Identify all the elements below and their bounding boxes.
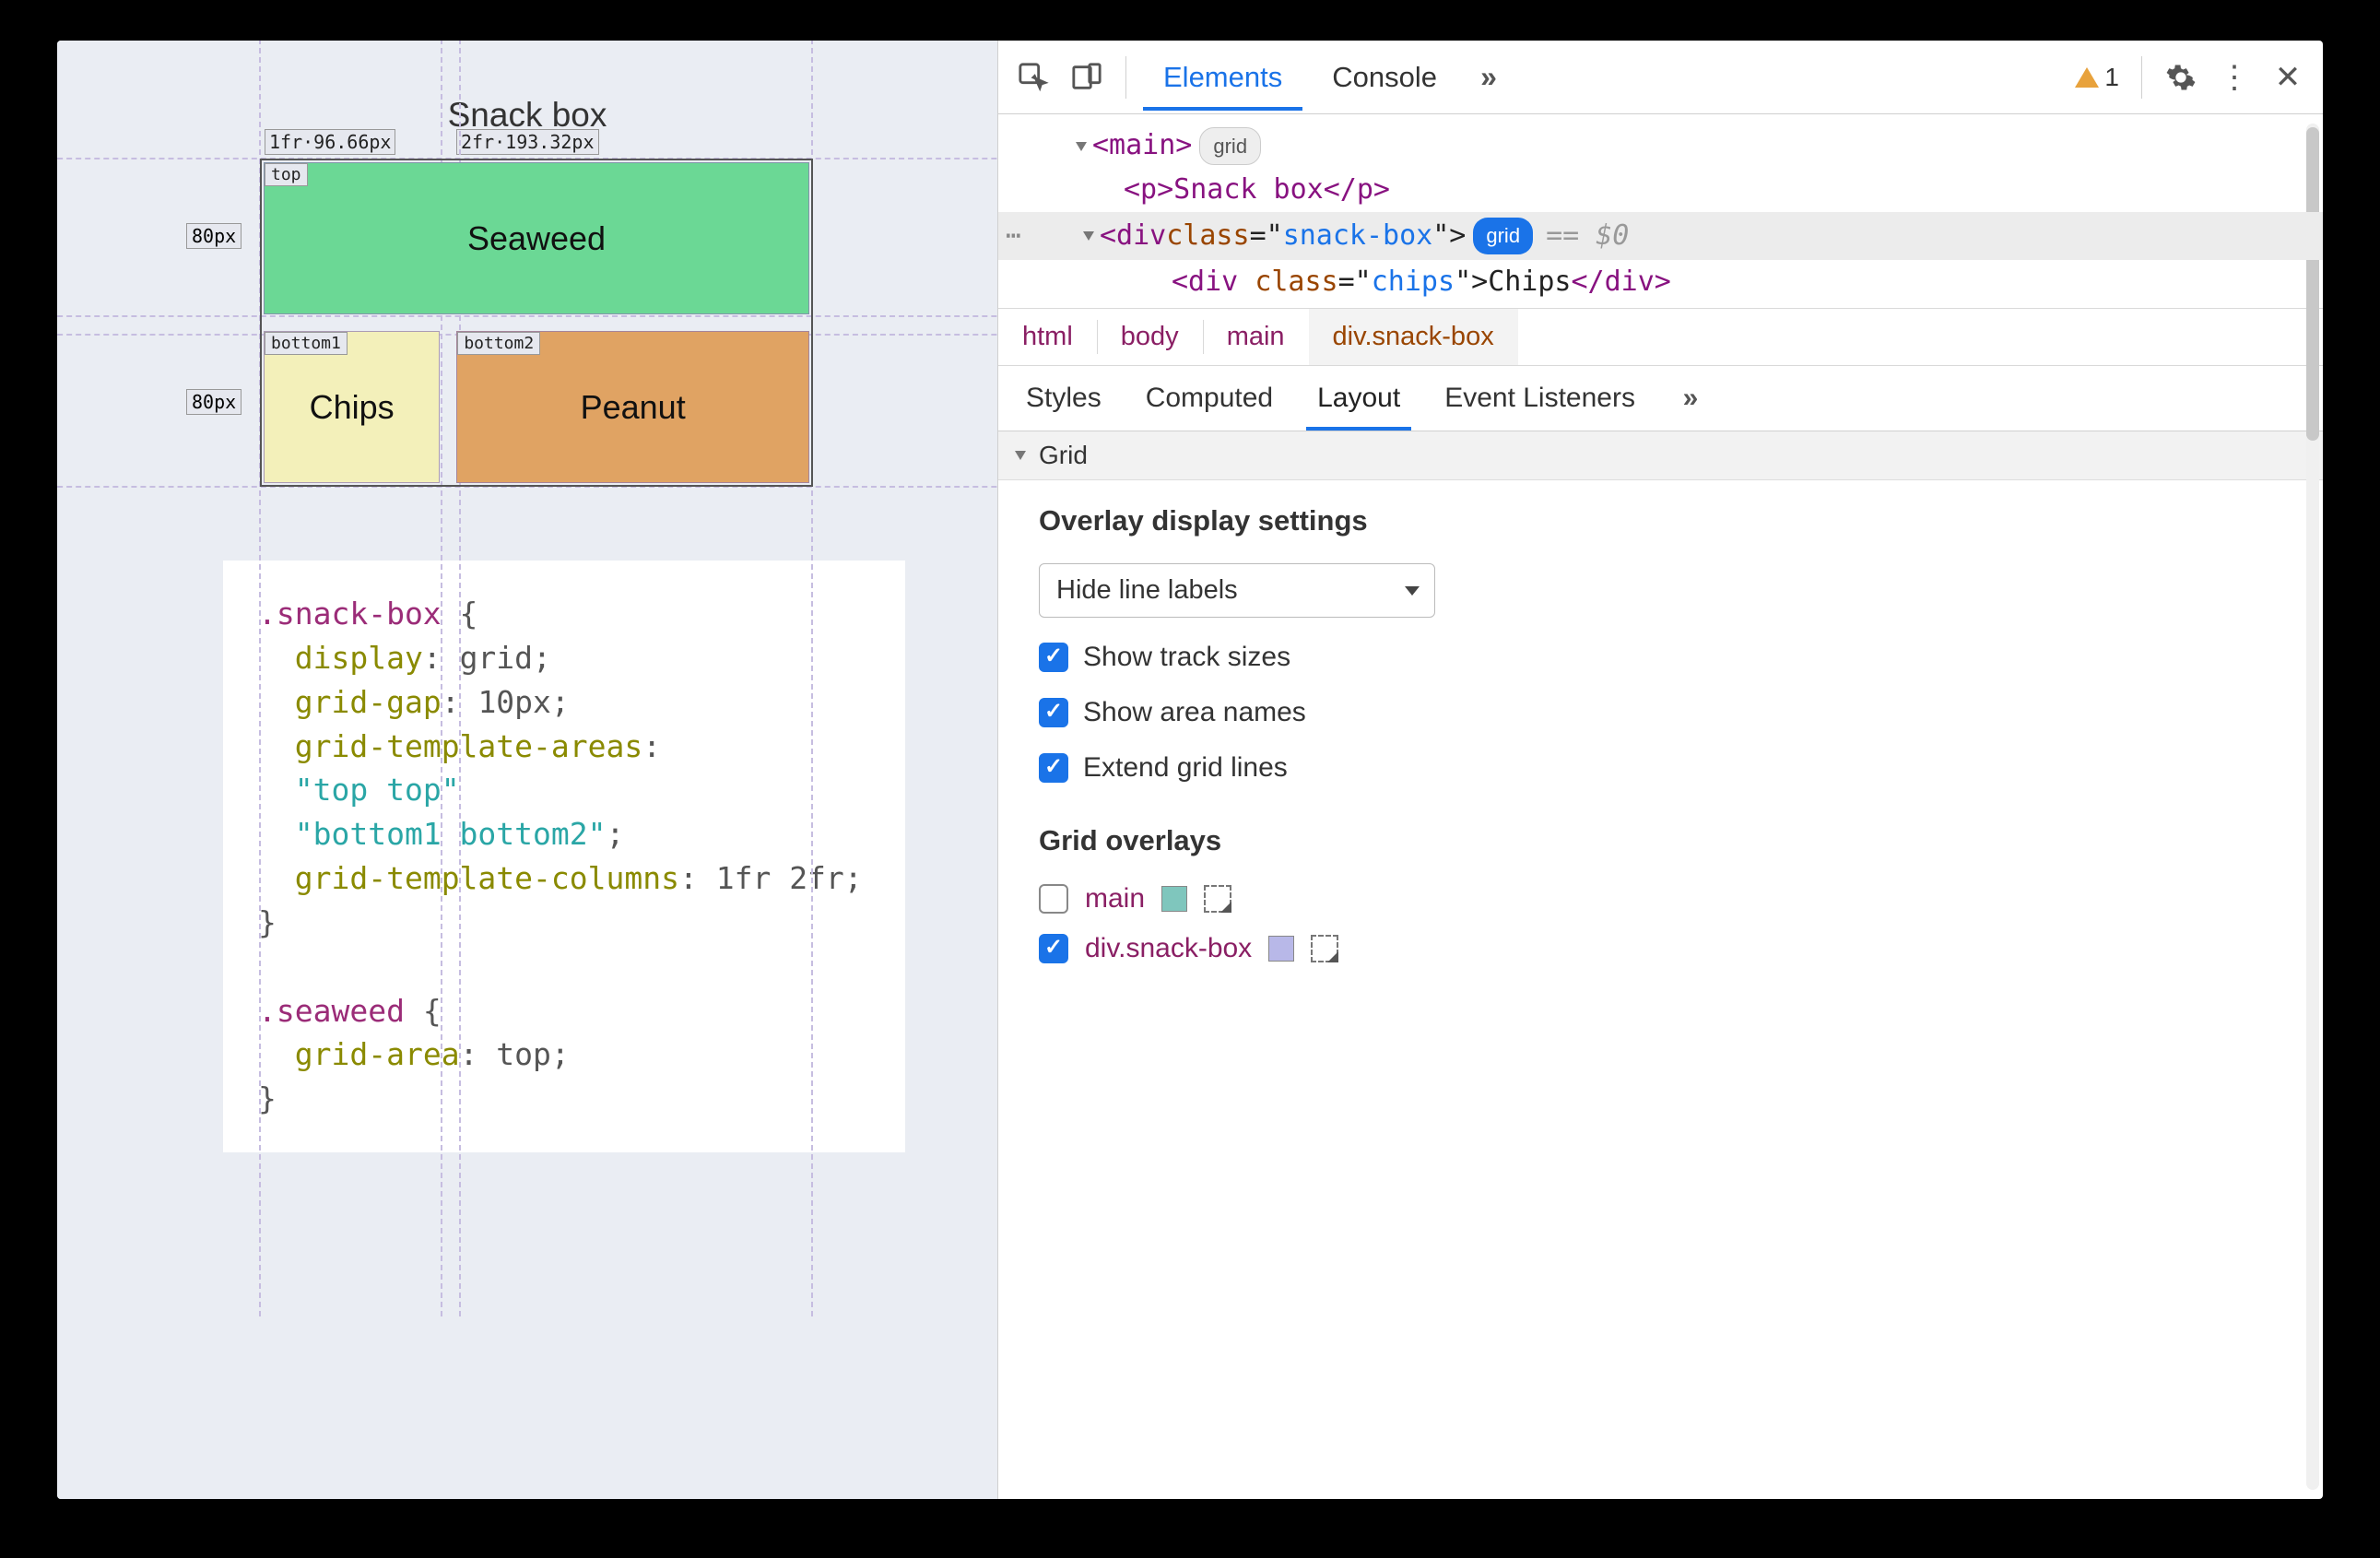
inspect-element-icon[interactable]: [1011, 55, 1055, 100]
row-size-label-1: 80px: [186, 223, 242, 249]
grid-pill[interactable]: grid: [1199, 127, 1261, 165]
tab-layout[interactable]: Layout: [1306, 366, 1411, 431]
overlay-name-snack-box[interactable]: div.snack-box: [1085, 933, 1252, 964]
code-selector: .seaweed: [258, 993, 405, 1029]
breadcrumb-snack-box[interactable]: div.snack-box: [1309, 309, 1518, 365]
area-name-tag-top: top: [265, 163, 308, 186]
more-tabs-icon[interactable]: »: [1467, 55, 1511, 100]
checkbox-show-area-names[interactable]: [1039, 698, 1068, 727]
grid-overlays-heading: Grid overlays: [1039, 824, 2282, 857]
dom-node-snack-box-selected[interactable]: ⋯ <div class="snack-box"> grid == $0: [998, 212, 2323, 260]
checkbox-extend-grid-lines[interactable]: [1039, 753, 1068, 783]
overlay-name-main[interactable]: main: [1085, 883, 1145, 915]
dom-tree[interactable]: <main>grid <p>Snack box</p> ⋯ <div class…: [998, 114, 2323, 308]
grid-cell-chips: bottom1 Chips: [264, 331, 440, 483]
breadcrumb-main[interactable]: main: [1203, 309, 1309, 365]
row-size-label-2: 80px: [186, 389, 242, 415]
warnings-badge[interactable]: 1: [2069, 63, 2125, 92]
checkbox-label: Show area names: [1083, 697, 1306, 728]
cell-label: Peanut: [581, 388, 686, 427]
code-block: .snack-box { display: grid; grid-gap: 10…: [223, 561, 905, 1152]
layout-panel-body: Overlay display settings Hide line label…: [998, 480, 2323, 1007]
highlight-element-icon[interactable]: [1204, 885, 1231, 913]
separator: [1125, 56, 1126, 99]
checkbox-row-area-names: Show area names: [1039, 697, 2282, 728]
warning-icon: [2075, 67, 2099, 88]
grid-overlay-wrap: 1fr·96.66px 2fr·193.32px 80px 80px top S…: [260, 159, 813, 487]
chevron-down-icon: [1015, 451, 1026, 460]
cell-label: Seaweed: [467, 219, 606, 258]
breadcrumb-trail: html body main div.snack-box: [998, 308, 2323, 366]
area-name-tag-bottom2: bottom2: [457, 332, 540, 355]
snack-box-grid: top Seaweed bottom1 Chips bottom2 Peanut: [264, 162, 809, 483]
area-name-tag-bottom1: bottom1: [265, 332, 348, 355]
scrollbar[interactable]: [2306, 124, 2319, 1490]
tab-event-listeners[interactable]: Event Listeners: [1433, 366, 1646, 431]
page-preview-panel: Snack box 1fr·96.66px 2fr·193.32px 80px …: [57, 41, 997, 1499]
breadcrumb-html[interactable]: html: [998, 309, 1097, 365]
tab-styles[interactable]: Styles: [1015, 366, 1113, 431]
tab-computed[interactable]: Computed: [1135, 366, 1284, 431]
code-string: "bottom1 bottom2": [295, 816, 607, 852]
device-toolbar-icon[interactable]: [1065, 55, 1109, 100]
breadcrumb-body[interactable]: body: [1097, 309, 1203, 365]
color-swatch-snack-box[interactable]: [1268, 936, 1294, 962]
devtools-toolbar: Elements Console » 1 ⋮ ✕: [998, 41, 2323, 114]
kebab-menu-icon[interactable]: ⋮: [2212, 55, 2256, 100]
checkbox-overlay-main[interactable]: [1039, 884, 1068, 914]
column-size-label-1: 1fr·96.66px: [265, 129, 395, 155]
checkbox-row-extend-lines: Extend grid lines: [1039, 752, 2282, 784]
checkbox-row-track-sizes: Show track sizes: [1039, 642, 2282, 673]
grid-cell-peanut: bottom2 Peanut: [456, 331, 809, 483]
eq-dollar-zero: == $0: [1546, 214, 1629, 258]
overlay-display-settings-heading: Overlay display settings: [1039, 504, 2282, 537]
grid-overlay-row-snack-box: div.snack-box: [1039, 933, 2282, 964]
code-prop: grid-gap: [295, 684, 442, 720]
separator: [2141, 56, 2142, 99]
tab-console[interactable]: Console: [1312, 44, 1457, 111]
grid-outline[interactable]: top Seaweed bottom1 Chips bottom2 Peanut: [260, 159, 813, 487]
dom-node-p[interactable]: <p>Snack box</p>: [1039, 168, 2304, 212]
devtools-panel: Elements Console » 1 ⋮ ✕ <main>grid <p>S…: [997, 41, 2323, 1499]
code-prop: grid-template-areas: [295, 728, 643, 764]
code-prop: display: [295, 640, 423, 676]
sidebar-panel-tabs: Styles Computed Layout Event Listeners »: [998, 366, 2323, 431]
app-window: Snack box 1fr·96.66px 2fr·193.32px 80px …: [57, 41, 2323, 1499]
code-selector: .snack-box: [258, 596, 442, 631]
dom-node-main[interactable]: <main>grid: [1039, 124, 2304, 168]
tab-elements[interactable]: Elements: [1143, 44, 1302, 111]
code-prop: grid-area: [295, 1036, 460, 1072]
checkbox-overlay-snack-box[interactable]: [1039, 934, 1068, 963]
dom-node-chips[interactable]: <div class="chips">Chips</div>: [1039, 260, 2304, 304]
grid-overlay-row-main: main: [1039, 883, 2282, 915]
grid-cell-seaweed: top Seaweed: [264, 162, 809, 314]
code-prop: grid-template-columns: [295, 860, 679, 896]
column-size-label-2: 2fr·193.32px: [456, 129, 599, 155]
gutter-dots-icon[interactable]: ⋯: [1006, 216, 1023, 257]
checkbox-show-track-sizes[interactable]: [1039, 643, 1068, 672]
color-swatch-main[interactable]: [1161, 886, 1187, 912]
cell-label: Chips: [310, 388, 395, 427]
checkbox-label: Extend grid lines: [1083, 752, 1288, 784]
highlight-element-icon[interactable]: [1311, 935, 1338, 962]
section-header-grid[interactable]: Grid: [998, 431, 2323, 480]
grid-pill-active[interactable]: grid: [1473, 218, 1533, 254]
code-string: "top top": [295, 772, 460, 808]
checkbox-label: Show track sizes: [1083, 642, 1290, 673]
line-labels-dropdown[interactable]: Hide line labels: [1039, 563, 1435, 618]
close-icon[interactable]: ✕: [2266, 55, 2310, 100]
more-panel-tabs-icon[interactable]: »: [1668, 376, 1713, 420]
settings-gear-icon[interactable]: [2159, 55, 2203, 100]
